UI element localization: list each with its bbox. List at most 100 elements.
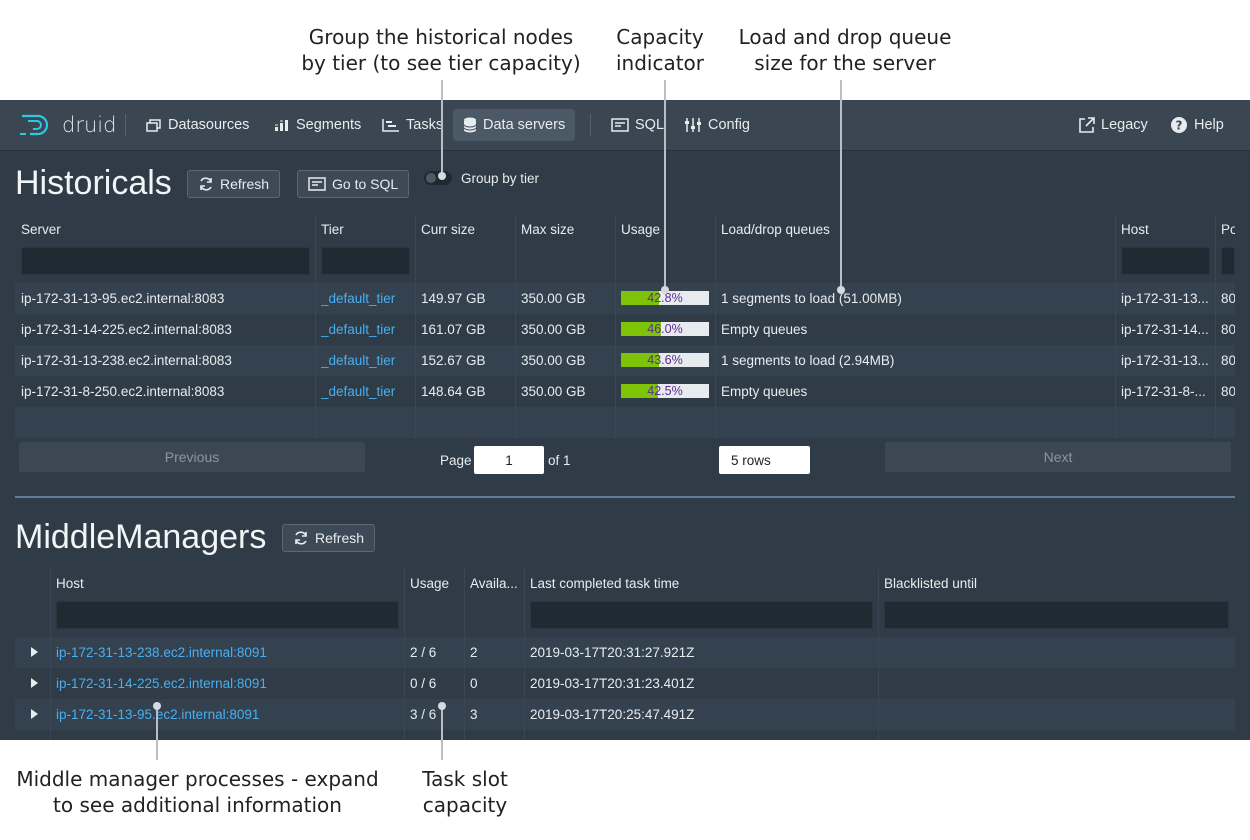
- last-completed-filter-input[interactable]: [530, 601, 873, 629]
- server-cell: ip-172-31-13-238.ec2.internal:8083: [21, 353, 232, 368]
- tier-link[interactable]: _default_tier: [321, 291, 395, 306]
- middlemanager-host-link[interactable]: ip-172-31-13-238.ec2.internal:8091: [56, 645, 267, 660]
- go-to-sql-button[interactable]: Go to SQL: [297, 170, 410, 198]
- annotation-group-by-tier: Group the historical nodes by tier (to s…: [301, 25, 581, 75]
- nav-tasks[interactable]: Tasks: [382, 109, 443, 141]
- druid-logo-icon: [20, 114, 49, 136]
- col-last-completed-task-time[interactable]: Last completed task time: [530, 576, 679, 591]
- usage-percent: 46.0%: [647, 322, 683, 336]
- available-cell: 3: [470, 707, 478, 722]
- column-divider: [1215, 215, 1216, 438]
- port-filter-input[interactable]: [1221, 247, 1235, 275]
- host-cell: ip-172-31-13...: [1121, 353, 1209, 368]
- callout-pointer: [664, 80, 666, 290]
- blacklisted-filter-input[interactable]: [884, 601, 1229, 629]
- callout-pointer: [840, 80, 842, 290]
- refresh-icon: [200, 177, 212, 191]
- previous-page-button[interactable]: Previous: [19, 442, 365, 472]
- nav-segments-label: Segments: [296, 117, 362, 133]
- max-size-cell: 350.00 GB: [521, 353, 586, 368]
- tier-link[interactable]: _default_tier: [321, 322, 395, 337]
- nav-segments[interactable]: Segments: [274, 109, 361, 141]
- segments-icon: [275, 120, 288, 131]
- nav-config[interactable]: Config: [684, 109, 750, 141]
- rows-per-page-select[interactable]: 5 rows: [719, 446, 810, 474]
- curr-size-cell: 152.67 GB: [421, 353, 486, 368]
- col-blacklisted-until[interactable]: Blacklisted until: [884, 576, 977, 591]
- nav-data-servers[interactable]: Data servers: [453, 109, 576, 141]
- col-usage[interactable]: Usage: [410, 576, 449, 591]
- col-curr-size[interactable]: Curr size: [421, 222, 475, 237]
- port-cell: 80: [1221, 384, 1235, 399]
- expand-row-icon[interactable]: [31, 647, 38, 657]
- nav-help-label: Help: [1194, 117, 1224, 133]
- callout-pointer-dot: [837, 286, 845, 294]
- tier-link[interactable]: _default_tier: [321, 353, 395, 368]
- host-filter-input[interactable]: [1121, 247, 1210, 275]
- nav-separator: [590, 114, 591, 136]
- historicals-table: Server Tier Curr size Max size Usage Loa…: [15, 215, 1235, 505]
- curr-size-cell: 148.64 GB: [421, 384, 486, 399]
- refresh-icon: [295, 531, 307, 545]
- max-size-cell: 350.00 GB: [521, 291, 586, 306]
- annotation-load-drop-queue: Load and drop queue size for the server: [738, 25, 952, 75]
- callout-pointer-dot: [661, 286, 669, 294]
- tier-filter-input[interactable]: [321, 247, 410, 275]
- historicals-refresh-button[interactable]: Refresh: [187, 170, 281, 198]
- column-divider: [524, 569, 525, 740]
- page-label: Page: [440, 453, 472, 468]
- load-drop-queue-cell: 1 segments to load (51.00MB): [721, 291, 902, 306]
- last-completed-cell: 2019-03-17T20:25:47.491Z: [530, 707, 695, 722]
- col-host[interactable]: Host: [56, 576, 84, 591]
- go-to-sql-label: Go to SQL: [332, 176, 399, 192]
- col-max-size[interactable]: Max size: [521, 222, 574, 237]
- column-divider: [404, 569, 405, 740]
- port-cell: 80: [1221, 322, 1235, 337]
- top-navbar: druid Datasources Segments Tasks Data se…: [0, 100, 1250, 151]
- sliders-icon: [685, 118, 701, 132]
- middlemanagers-table: Host Usage Availa... Last completed task…: [15, 569, 1235, 740]
- brand-name: druid: [62, 113, 117, 137]
- druid-logo[interactable]: druid: [18, 110, 116, 140]
- host-cell: ip-172-31-14...: [1121, 322, 1209, 337]
- max-size-cell: 350.00 GB: [521, 322, 586, 337]
- host-filter-input[interactable]: [56, 601, 399, 629]
- next-page-button[interactable]: Next: [885, 442, 1231, 472]
- usage-cell: 2 / 6: [410, 645, 437, 660]
- host-cell: ip-172-31-8-...: [1121, 384, 1206, 399]
- tier-link[interactable]: _default_tier: [321, 384, 395, 399]
- page-number-input[interactable]: 1: [474, 446, 544, 474]
- column-divider: [615, 215, 616, 438]
- col-available[interactable]: Availa...: [470, 576, 518, 591]
- annotation-task-slot-capacity: Task slot capacity: [422, 767, 508, 817]
- col-server[interactable]: Server: [21, 222, 61, 237]
- annotation-middle-manager-processes: Middle manager processes - expand to see…: [16, 767, 379, 817]
- server-filter-input[interactable]: [21, 247, 310, 275]
- expand-row-icon[interactable]: [31, 709, 38, 719]
- curr-size-cell: 149.97 GB: [421, 291, 486, 306]
- col-load-drop-queues[interactable]: Load/drop queues: [721, 222, 830, 237]
- nav-legacy[interactable]: Legacy: [1078, 109, 1148, 141]
- host-cell: ip-172-31-13...: [1121, 291, 1209, 306]
- usage-cell: 0 / 6: [410, 676, 437, 691]
- nav-datasources[interactable]: Datasources: [146, 109, 249, 141]
- middlemanager-host-link[interactable]: ip-172-31-14-225.ec2.internal:8091: [56, 676, 267, 691]
- expand-row-icon[interactable]: [31, 678, 38, 688]
- callout-pointer-dot: [438, 172, 446, 180]
- col-usage[interactable]: Usage: [621, 222, 660, 237]
- nav-tasks-label: Tasks: [406, 117, 444, 133]
- toggle-knob: [426, 173, 436, 183]
- column-divider: [1115, 215, 1116, 438]
- col-tier[interactable]: Tier: [321, 222, 344, 237]
- nav-sql-label: SQL: [635, 117, 665, 133]
- callout-pointer-dot: [153, 702, 161, 710]
- nav-sql[interactable]: SQL: [611, 109, 664, 141]
- nav-separator: [125, 114, 126, 136]
- col-port[interactable]: Po: [1221, 222, 1235, 237]
- nav-help[interactable]: ? Help: [1170, 109, 1224, 141]
- last-completed-cell: 2019-03-17T20:31:27.921Z: [530, 645, 695, 660]
- nav-legacy-label: Legacy: [1101, 117, 1148, 133]
- port-cell: 80: [1221, 353, 1235, 368]
- col-host[interactable]: Host: [1121, 222, 1149, 237]
- middlemanagers-refresh-button[interactable]: Refresh: [282, 524, 376, 552]
